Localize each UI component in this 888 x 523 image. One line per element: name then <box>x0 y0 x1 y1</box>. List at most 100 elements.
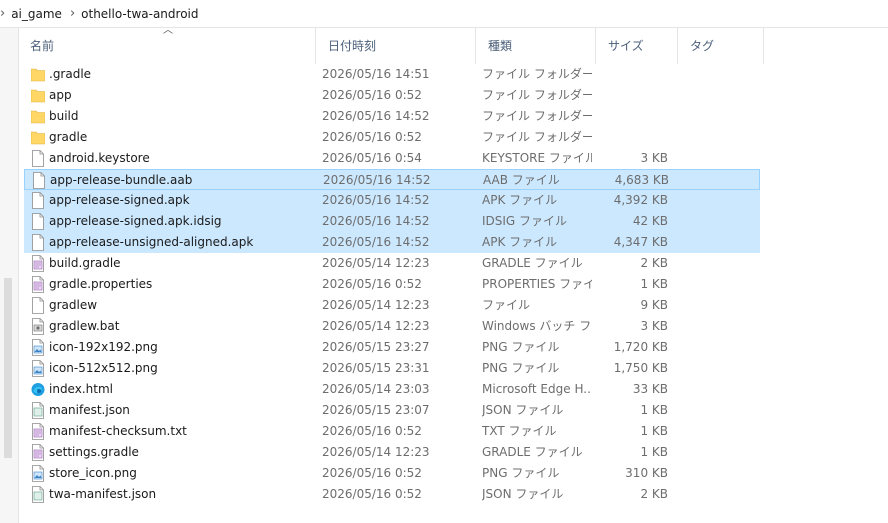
file-row[interactable]: app 2026/05/16 0:52 ファイル フォルダー <box>24 85 760 106</box>
file-icon <box>31 234 45 251</box>
file-type: KEYSTORE ファイル <box>482 151 592 165</box>
file-name: gradle.properties <box>49 277 153 291</box>
file-type: GRADLE ファイル <box>482 256 583 270</box>
file-name: app-release-signed.apk.idsig <box>49 214 222 228</box>
file-date: 2026/05/15 23:07 <box>322 403 430 417</box>
file-date: 2026/05/16 0:52 <box>322 424 422 438</box>
file-name: build.gradle <box>49 256 121 270</box>
file-type: AAB ファイル <box>483 173 560 187</box>
file-row[interactable]: icon-512x512.png 2026/05/15 23:31 PNG ファイル… <box>24 358 760 379</box>
file-icon <box>31 192 45 209</box>
column-header-size[interactable]: サイズ <box>596 28 678 64</box>
file-row[interactable]: build.gradle 2026/05/14 12:23 GRADLE ファイル 2… <box>24 253 760 274</box>
file-type: JSON ファイル <box>482 487 564 501</box>
file-row[interactable]: android.keystore 2026/05/16 0:54 KEYSTORE … <box>24 148 760 169</box>
column-header-name-label: 名前 <box>30 39 55 53</box>
chevron-right-icon[interactable]: › <box>0 6 5 21</box>
file-row[interactable]: manifest-checksum.txt 2026/05/16 0:52 TXT … <box>24 421 760 442</box>
file-row[interactable]: gradle 2026/05/16 0:52 ファイル フォルダー <box>24 127 760 148</box>
file-size: 4,392 KB <box>613 193 668 207</box>
file-name: icon-192x192.png <box>49 340 158 354</box>
file-size: 9 KB <box>640 298 668 312</box>
file-row[interactable]: store_icon.png 2026/05/16 0:52 PNG ファイル 310… <box>24 463 760 484</box>
file-size: 33 KB <box>632 382 668 396</box>
breadcrumb-item-ai-game[interactable]: ai_game <box>11 7 62 21</box>
image-file-icon <box>31 360 45 377</box>
file-name: app-release-unsigned-aligned.apk <box>49 235 254 249</box>
file-row[interactable]: app-release-signed.apk.idsig 2026/05/16 1… <box>24 211 760 232</box>
breadcrumb-item-current[interactable]: othello-twa-android <box>81 7 198 21</box>
file-row[interactable]: gradlew 2026/05/14 12:23 ファイル 9 KB <box>24 295 760 316</box>
column-header-tag[interactable]: タグ <box>678 28 764 64</box>
file-size: 1 KB <box>640 277 668 291</box>
folder-icon <box>30 66 46 83</box>
file-row[interactable]: .gradle 2026/05/16 14:51 ファイル フォルダー <box>24 64 760 85</box>
script-file-icon <box>31 444 45 461</box>
navigation-scrollbar-thumb[interactable] <box>4 278 12 458</box>
file-name: store_icon.png <box>49 466 137 480</box>
file-name: index.html <box>49 382 113 396</box>
column-header-type[interactable]: 種類 <box>476 28 596 64</box>
file-date: 2026/05/16 14:51 <box>322 67 430 81</box>
column-header-name[interactable]: 名前 ︿ <box>18 25 316 64</box>
file-type: APK ファイル <box>482 235 558 249</box>
file-name: .gradle <box>49 67 92 81</box>
file-row[interactable]: index.html 2026/05/14 23:03 Microsoft Edge… <box>24 379 760 400</box>
file-date: 2026/05/16 14:52 <box>323 173 431 187</box>
file-date: 2026/05/14 12:23 <box>322 319 430 333</box>
column-header-type-label: 種類 <box>488 39 513 53</box>
file-type: PNG ファイル <box>482 466 560 480</box>
file-row[interactable]: icon-192x192.png 2026/05/15 23:27 PNG ファイル… <box>24 337 760 358</box>
file-type: GRADLE ファイル <box>482 445 583 459</box>
file-name: icon-512x512.png <box>49 361 158 375</box>
file-row[interactable]: app-release-signed.apk 2026/05/16 14:52 AP… <box>24 190 760 211</box>
file-row[interactable]: twa-manifest.json 2026/05/16 0:52 JSON ファイ… <box>24 484 760 505</box>
file-row[interactable]: app-release-unsigned-aligned.apk 2026/05/… <box>24 232 760 253</box>
file-size: 1 KB <box>640 403 668 417</box>
file-name: app-release-bundle.aab <box>50 173 193 187</box>
column-header-size-label: サイズ <box>608 39 644 53</box>
file-size: 1,720 KB <box>613 340 668 354</box>
navigation-pane-edge <box>0 28 19 523</box>
file-type: PROPERTIES ファイル <box>482 277 592 291</box>
column-header-date-label: 日付時刻 <box>328 39 377 53</box>
column-header-tag-label: タグ <box>690 39 715 53</box>
file-type: ファイル <box>482 298 531 312</box>
column-header-row: 名前 ︿ 日付時刻 種類 サイズ タグ <box>18 25 888 64</box>
file-name: settings.gradle <box>49 445 139 459</box>
file-type: IDSIG ファイル <box>482 214 568 228</box>
file-name: manifest-checksum.txt <box>49 424 187 438</box>
file-type: ファイル フォルダー <box>482 109 592 123</box>
file-date: 2026/05/16 0:52 <box>322 277 422 291</box>
file-size: 2 KB <box>640 256 668 270</box>
script-file-icon <box>31 423 45 440</box>
sort-ascending-icon: ︿ <box>163 25 173 36</box>
file-icon <box>31 213 45 230</box>
breadcrumb: › ai_game › othello-twa-android <box>0 0 888 28</box>
file-type: Windows バッチ ファ... <box>482 319 592 333</box>
file-row[interactable]: build 2026/05/16 14:52 ファイル フォルダー <box>24 106 760 127</box>
file-name: app <box>49 88 72 102</box>
file-row[interactable]: manifest.json 2026/05/15 23:07 JSON ファイル 1 … <box>24 400 760 421</box>
batch-file-icon <box>31 318 45 335</box>
file-row[interactable]: gradle.properties 2026/05/16 0:52 PROPERTI… <box>24 274 760 295</box>
file-row[interactable]: settings.gradle 2026/05/14 12:23 GRADLE ファ… <box>24 442 760 463</box>
file-row[interactable]: app-release-bundle.aab 2026/05/16 14:52 AA… <box>24 169 760 190</box>
file-date: 2026/05/14 12:23 <box>322 256 430 270</box>
folder-icon <box>30 87 46 104</box>
file-date: 2026/05/14 23:03 <box>322 382 430 396</box>
column-header-date[interactable]: 日付時刻 <box>316 28 476 64</box>
file-icon <box>31 297 45 314</box>
file-row[interactable]: gradlew.bat 2026/05/14 12:23 Windows バッチ フ… <box>24 316 760 337</box>
file-type: ファイル フォルダー <box>482 130 592 144</box>
folder-icon <box>30 129 46 146</box>
image-file-icon <box>31 465 45 482</box>
file-type: ファイル フォルダー <box>482 88 592 102</box>
file-type: PNG ファイル <box>482 361 560 375</box>
file-date: 2026/05/16 14:52 <box>322 214 430 228</box>
chevron-right-icon[interactable]: › <box>70 6 75 21</box>
file-name: android.keystore <box>49 151 150 165</box>
json-file-icon <box>31 402 45 419</box>
file-name: gradle <box>49 130 88 144</box>
file-icon <box>32 172 46 189</box>
